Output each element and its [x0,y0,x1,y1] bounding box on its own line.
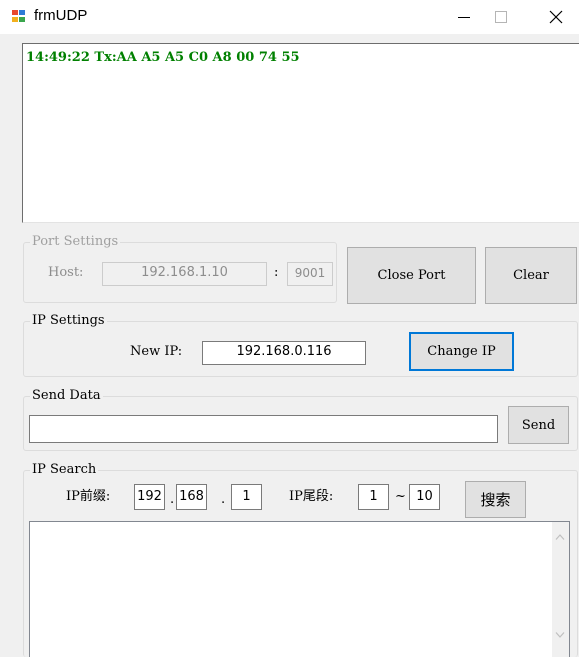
send-data-title: Send Data [30,388,103,404]
port-settings-group: Port Settings Host: 192.168.1.10 : 9001 [23,234,337,303]
chevron-down-icon[interactable] [555,631,565,639]
port-settings-title: Port Settings [30,234,121,250]
results-scrollbar[interactable] [552,522,569,657]
ip-suffix-label: IP尾段: [289,489,334,504]
maximize-icon [495,11,507,23]
chevron-up-icon[interactable] [555,533,565,541]
ip-prefix-octet-3[interactable]: 1 [231,484,262,510]
ip-prefix-octet-2[interactable]: 168 [176,484,207,510]
frmudp-window: frmUDP 14:49:22 Tx:AA A5 A5 C0 A8 00 74 … [0,0,579,657]
new-ip-input[interactable]: 192.168.0.116 [202,341,366,365]
close-port-button[interactable]: Close Port [347,247,476,304]
range-end-input[interactable]: 10 [409,484,440,510]
ip-search-title: IP Search [30,462,99,478]
port-separator: : [274,265,279,280]
title-bar[interactable]: frmUDP [0,0,579,34]
clear-button[interactable]: Clear [485,247,577,304]
host-field[interactable]: 192.168.1.10 [102,262,267,286]
octet-dot-1: . [170,492,175,507]
minimize-icon [458,17,470,18]
ip-prefix-label: IP前缀: [66,489,111,504]
send-data-input[interactable] [29,415,498,443]
output-log[interactable]: 14:49:22 Tx:AA A5 A5 C0 A8 00 74 55 [22,43,579,223]
ip-settings-title: IP Settings [30,313,107,329]
log-line: 14:49:22 Tx:AA A5 A5 C0 A8 00 74 55 [26,50,300,65]
close-window-button[interactable] [533,0,579,34]
new-ip-label: New IP: [130,344,183,359]
search-results-list[interactable] [29,521,570,657]
port-field[interactable]: 9001 [287,262,333,286]
window-app-icon [12,10,26,23]
window-title: frmUDP [34,7,88,24]
range-start-input[interactable]: 1 [358,484,389,510]
search-button[interactable]: 搜索 [465,481,526,518]
close-icon [549,10,563,24]
maximize-button[interactable] [478,0,524,34]
send-button[interactable]: Send [508,406,569,444]
host-label: Host: [48,265,84,280]
range-separator: ~ [395,489,406,504]
change-ip-button[interactable]: Change IP [409,332,514,371]
octet-dot-2: . [221,492,226,507]
ip-prefix-octet-1[interactable]: 192 [134,484,165,510]
